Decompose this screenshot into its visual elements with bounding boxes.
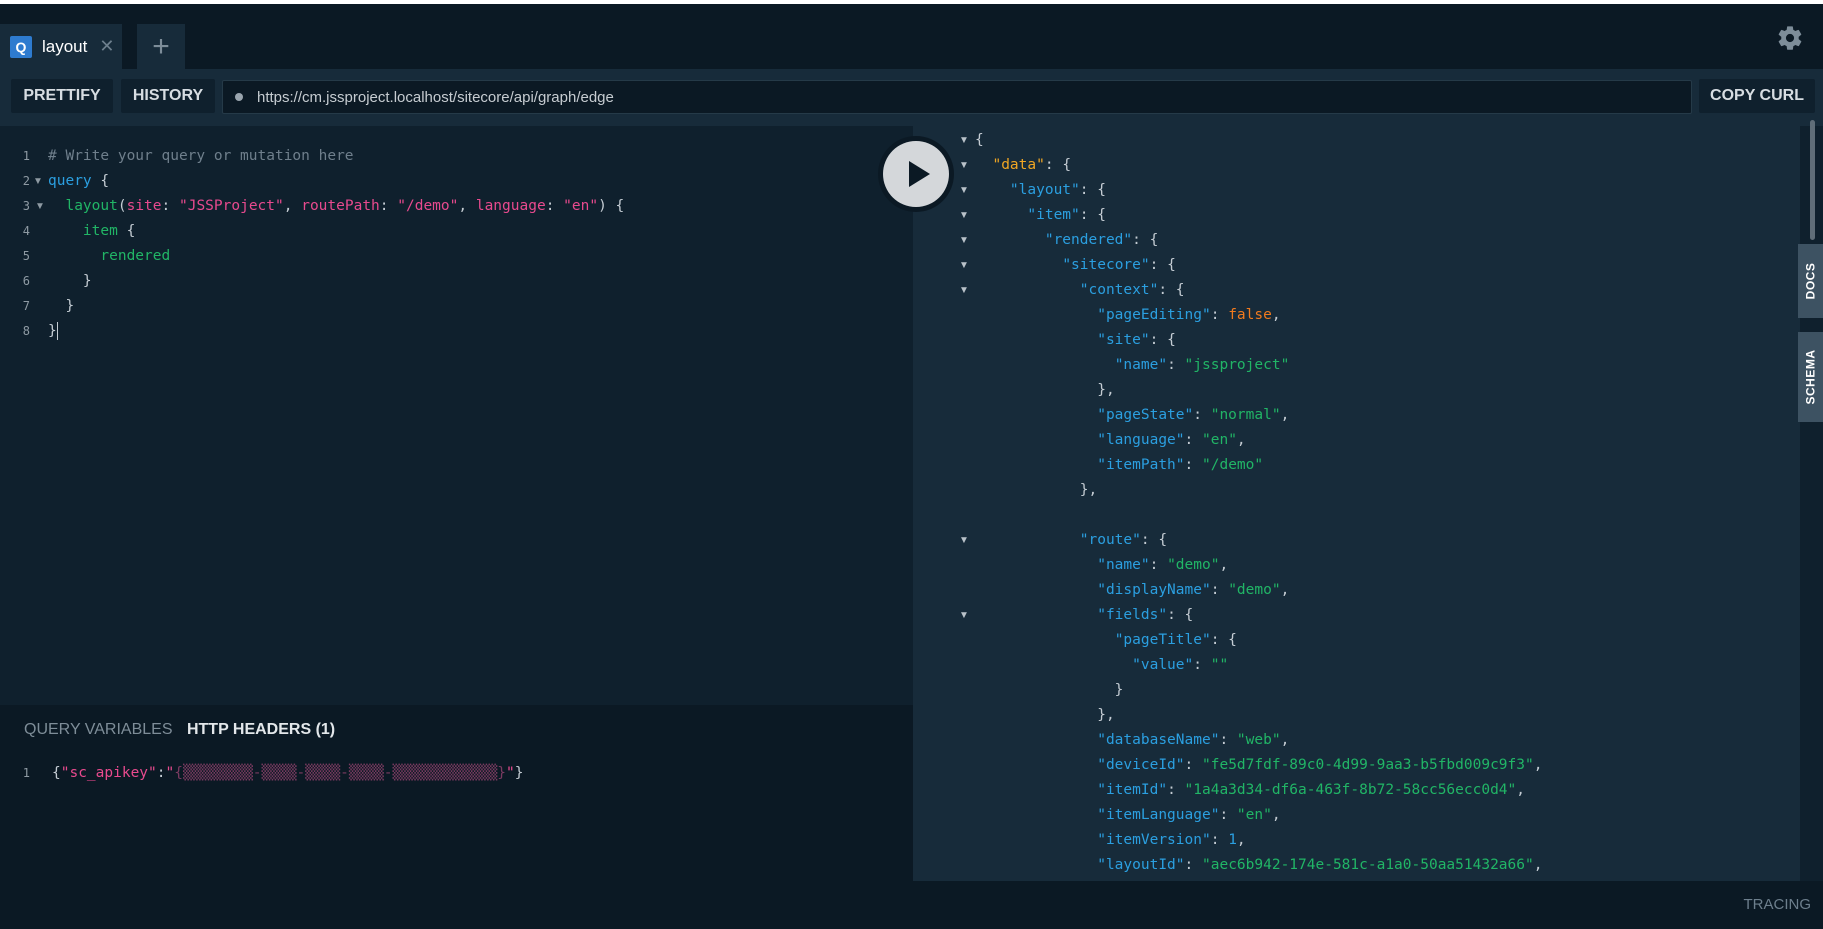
variables-panel: QUERY VARIABLES HTTP HEADERS (1) 1 {"sc_… (0, 705, 913, 881)
prettify-button[interactable]: PRETTIFY (11, 79, 113, 113)
json-line: "name": "demo", (1097, 557, 1229, 573)
code-line-7: } (48, 298, 75, 314)
fold-arrow-icon[interactable]: ▼ (959, 278, 969, 303)
json-line: "fields": { (1097, 607, 1194, 623)
run-button-face (883, 141, 949, 207)
fold-arrow-icon[interactable]: ▼ (959, 253, 969, 278)
headers-editor[interactable]: {"sc_apikey":"{▒▒▒▒▒▒▒▒-▒▒▒▒-▒▒▒▒-▒▒▒▒-▒… (52, 761, 523, 786)
close-icon[interactable]: ✕ (99, 36, 114, 57)
text-cursor (56, 322, 58, 340)
code-line-1: # Write your query or mutation here (48, 148, 354, 164)
play-icon (909, 161, 930, 187)
footer: TRACING (0, 881, 1823, 929)
code-line-6: } (48, 273, 92, 289)
json-line: "deviceId": "fe5d7fdf-89c0-4d99-9aa3-b5f… (1097, 757, 1543, 773)
fold-arrow-icon[interactable]: ▼ (35, 194, 45, 219)
tab-layout[interactable]: Q layout ✕ (0, 24, 122, 69)
toolbar: PRETTIFY HISTORY https://cm.jssproject.l… (0, 69, 1823, 126)
tab-title: layout (42, 36, 88, 56)
code-line-4: item { (82, 223, 136, 239)
history-button[interactable]: HISTORY (121, 79, 215, 113)
json-line: }, (975, 382, 1115, 398)
line-number: 4 (22, 224, 30, 238)
tracing-button[interactable]: TRACING (1744, 896, 1812, 913)
json-line: "name": "jssproject" (1114, 357, 1290, 373)
tab-bar: Q layout ✕ + (0, 4, 1823, 69)
json-line: "pageState": "normal", (1097, 407, 1290, 423)
json-line: "sitecore": { (1062, 257, 1176, 273)
json-line: "data": { (992, 157, 1072, 173)
fold-arrow-icon[interactable]: ▼ (959, 128, 969, 153)
line-number: 5 (22, 249, 30, 263)
json-line: "layout": { (1009, 182, 1106, 198)
code-line-2: query { (48, 173, 110, 189)
json-line: "displayName": "demo", (1097, 582, 1290, 598)
variables-tabs: QUERY VARIABLES HTTP HEADERS (1) (24, 721, 335, 739)
line-number: 1 (22, 149, 30, 163)
status-dot-icon (235, 93, 243, 101)
json-line: { (975, 132, 984, 148)
json-line: "rendered": { (1044, 232, 1159, 248)
endpoint-url-text: https://cm.jssproject.localhost/sitecore… (257, 88, 614, 106)
json-line: }, (975, 482, 1098, 498)
fold-arrow-icon[interactable]: ▼ (959, 178, 969, 203)
line-number: 6 (22, 274, 30, 288)
json-line: "item": { (1027, 207, 1106, 223)
add-tab-button[interactable]: + (137, 24, 185, 69)
fold-arrow-icon[interactable]: ▼ (959, 203, 969, 228)
code-line-8: } (48, 322, 58, 340)
fold-arrow-icon[interactable]: ▼ (959, 153, 969, 178)
run-query-button[interactable] (878, 136, 954, 212)
code-line-5: rendered (100, 248, 171, 264)
json-line: "layoutId": "aec6b942-174e-581c-a1a0-50a… (1097, 857, 1543, 873)
json-line: } (975, 682, 1124, 698)
line-number: 7 (22, 299, 30, 313)
json-line: "pageTitle": { (1114, 632, 1237, 648)
result-viewer[interactable]: ▼ ▼ ▼ ▼ ▼ ▼ ▼ ▼ ▼ { "data": { "layout": … (913, 126, 1800, 881)
json-line: "itemPath": "/demo" (1097, 457, 1264, 473)
json-line: "language": "en", (1097, 432, 1246, 448)
fold-arrow-icon[interactable]: ▼ (33, 169, 43, 194)
json-line: "site": { (1097, 332, 1176, 348)
json-line: "itemLanguage": "en", (1097, 807, 1281, 823)
json-line: "itemVersion": 1, (1097, 832, 1246, 848)
endpoint-url-input[interactable]: https://cm.jssproject.localhost/sitecore… (222, 80, 1692, 114)
copy-curl-button[interactable]: COPY CURL (1699, 79, 1815, 113)
tab-http-headers[interactable]: HTTP HEADERS (1) (187, 721, 335, 738)
json-line: "databaseName": "web", (1097, 732, 1290, 748)
line-number: 3 (22, 199, 30, 213)
tab-query-variables[interactable]: QUERY VARIABLES (24, 721, 173, 738)
line-number: 1 (22, 766, 30, 780)
fold-arrow-icon[interactable]: ▼ (959, 603, 969, 628)
docs-tab[interactable]: DOCS (1798, 244, 1823, 318)
json-line: "pageEditing": false, (1097, 307, 1281, 323)
query-editor[interactable]: 1 2 3 4 5 6 7 8 ▼ ▼ # Write your query o… (0, 126, 913, 705)
json-line: "itemId": "1a4a3d34-df6a-463f-8b72-58cc5… (1097, 782, 1525, 798)
json-line: "context": { (1079, 282, 1185, 298)
masked-api-key: {▒▒▒▒▒▒▒▒-▒▒▒▒-▒▒▒▒-▒▒▒▒-▒▒▒▒▒▒▒▒▒▒▒▒} (174, 765, 506, 781)
code-line-3: layout(site: "JSSProject", routePath: "/… (65, 198, 625, 214)
fold-arrow-icon[interactable]: ▼ (959, 228, 969, 253)
schema-tab[interactable]: SCHEMA (1798, 332, 1823, 422)
json-line: "value": "" (1132, 657, 1229, 673)
query-badge-icon: Q (10, 35, 32, 58)
json-line: }, (975, 707, 1115, 723)
fold-arrow-icon[interactable]: ▼ (959, 528, 969, 553)
line-number: 2 (22, 174, 30, 188)
gear-icon[interactable] (1776, 24, 1804, 52)
json-line: "route": { (1079, 532, 1168, 548)
line-number: 8 (22, 324, 30, 338)
result-scrollbar[interactable] (1810, 120, 1815, 240)
